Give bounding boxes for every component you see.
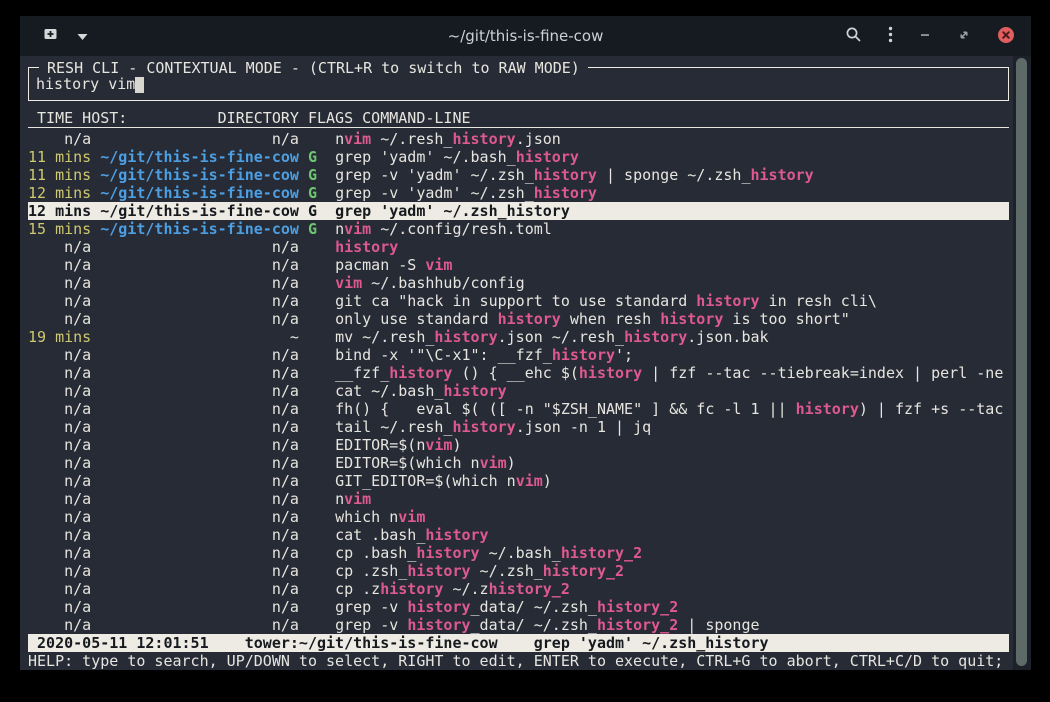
history-row[interactable]: n/a n/a pacman -S vim [28,256,1009,274]
history-row[interactable]: n/a n/a grep -v history_data/ ~/.zsh_his… [28,598,1009,616]
scrollbar-thumb[interactable] [1016,58,1027,666]
history-list: n/a n/a nvim ~/.resh_history.json11 mins… [28,130,1009,634]
menu-button[interactable] [888,26,893,46]
history-row[interactable]: n/a n/a cp .zsh_history ~/.zsh_history_2 [28,562,1009,580]
history-row[interactable]: 11 mins ~/git/this-is-fine-cow G grep 'y… [28,148,1009,166]
history-row[interactable]: n/a n/a cat ~/.bash_history [28,382,1009,400]
history-table-header: TIME HOST: DIRECTORY FLAGS COMMAND-LINE [28,109,1009,128]
history-row[interactable]: 12 mins ~/git/this-is-fine-cow G grep -v… [28,184,1009,202]
history-row[interactable]: 11 mins ~/git/this-is-fine-cow G grep -v… [28,166,1009,184]
history-row[interactable]: n/a n/a bind -x '"\C-x1": __fzf_history'… [28,346,1009,364]
resh-search-box: RESH CLI - CONTEXTUAL MODE - (CTRL+R to … [28,67,1009,101]
history-row[interactable]: n/a n/a only use standard history when r… [28,310,1009,328]
close-icon [997,26,1015,47]
minimize-icon [919,29,931,44]
new-tab-button[interactable] [42,26,59,46]
terminal-window: ~/git/this-is-fine-cow [20,16,1031,670]
history-row[interactable]: n/a n/a tail ~/.resh_history.json -n 1 |… [28,418,1009,436]
status-bar: 2020-05-11 12:01:51 tower:~/git/this-is-… [28,634,1009,652]
restore-icon [957,28,971,45]
history-row[interactable]: n/a n/a EDITOR=$(which nvim) [28,454,1009,472]
history-row[interactable]: n/a n/a cp .bash_history ~/.bash_history… [28,544,1009,562]
history-row[interactable]: n/a n/a history [28,238,1009,256]
search-icon [845,26,862,46]
history-row[interactable]: n/a n/a git ca "hack in support to use s… [28,292,1009,310]
tab-dropdown-button[interactable] [77,29,88,44]
text-cursor [135,77,144,93]
resh-box-title: RESH CLI - CONTEXTUAL MODE - (CTRL+R to … [39,59,588,77]
kebab-menu-icon [888,26,893,46]
new-tab-icon [42,26,59,46]
titlebar: ~/git/this-is-fine-cow [20,16,1031,56]
history-row[interactable]: n/a n/a grep -v history_data/ ~/.zsh_his… [28,616,1009,634]
minimize-button[interactable] [919,29,931,44]
history-row[interactable]: n/a n/a __fzf_history () { __ehc $(histo… [28,364,1009,382]
history-row[interactable]: n/a n/a which nvim [28,508,1009,526]
restore-button[interactable] [957,28,971,45]
history-row[interactable]: n/a n/a nvim ~/.resh_history.json [28,130,1009,148]
history-row[interactable]: n/a n/a fh() { eval $( ([ -n "$ZSH_NAME"… [28,400,1009,418]
history-row[interactable]: 12 mins ~/git/this-is-fine-cow G grep 'y… [28,202,1009,220]
terminal-body: RESH CLI - CONTEXTUAL MODE - (CTRL+R to … [20,56,1031,670]
history-row[interactable]: 15 mins ~/git/this-is-fine-cow G nvim ~/… [28,220,1009,238]
close-button[interactable] [997,26,1015,47]
help-line: HELP: type to search, UP/DOWN to select,… [28,652,1009,670]
search-query-text: history vim [36,75,135,93]
history-row[interactable]: n/a n/a GIT_EDITOR=$(which nvim) [28,472,1009,490]
history-row[interactable]: n/a n/a EDITOR=$(nvim) [28,436,1009,454]
history-row[interactable]: n/a n/a nvim [28,490,1009,508]
history-row[interactable]: n/a n/a cat .bash_history [28,526,1009,544]
history-row[interactable]: n/a n/a cp .zhistory ~/.zhistory_2 [28,580,1009,598]
scrollbar[interactable] [1013,56,1031,670]
history-row[interactable]: 19 mins ~ mv ~/.resh_history.json ~/.res… [28,328,1009,346]
history-row[interactable]: n/a n/a vim ~/.bashhub/config [28,274,1009,292]
search-button[interactable] [845,26,862,46]
chevron-down-icon [77,29,88,44]
